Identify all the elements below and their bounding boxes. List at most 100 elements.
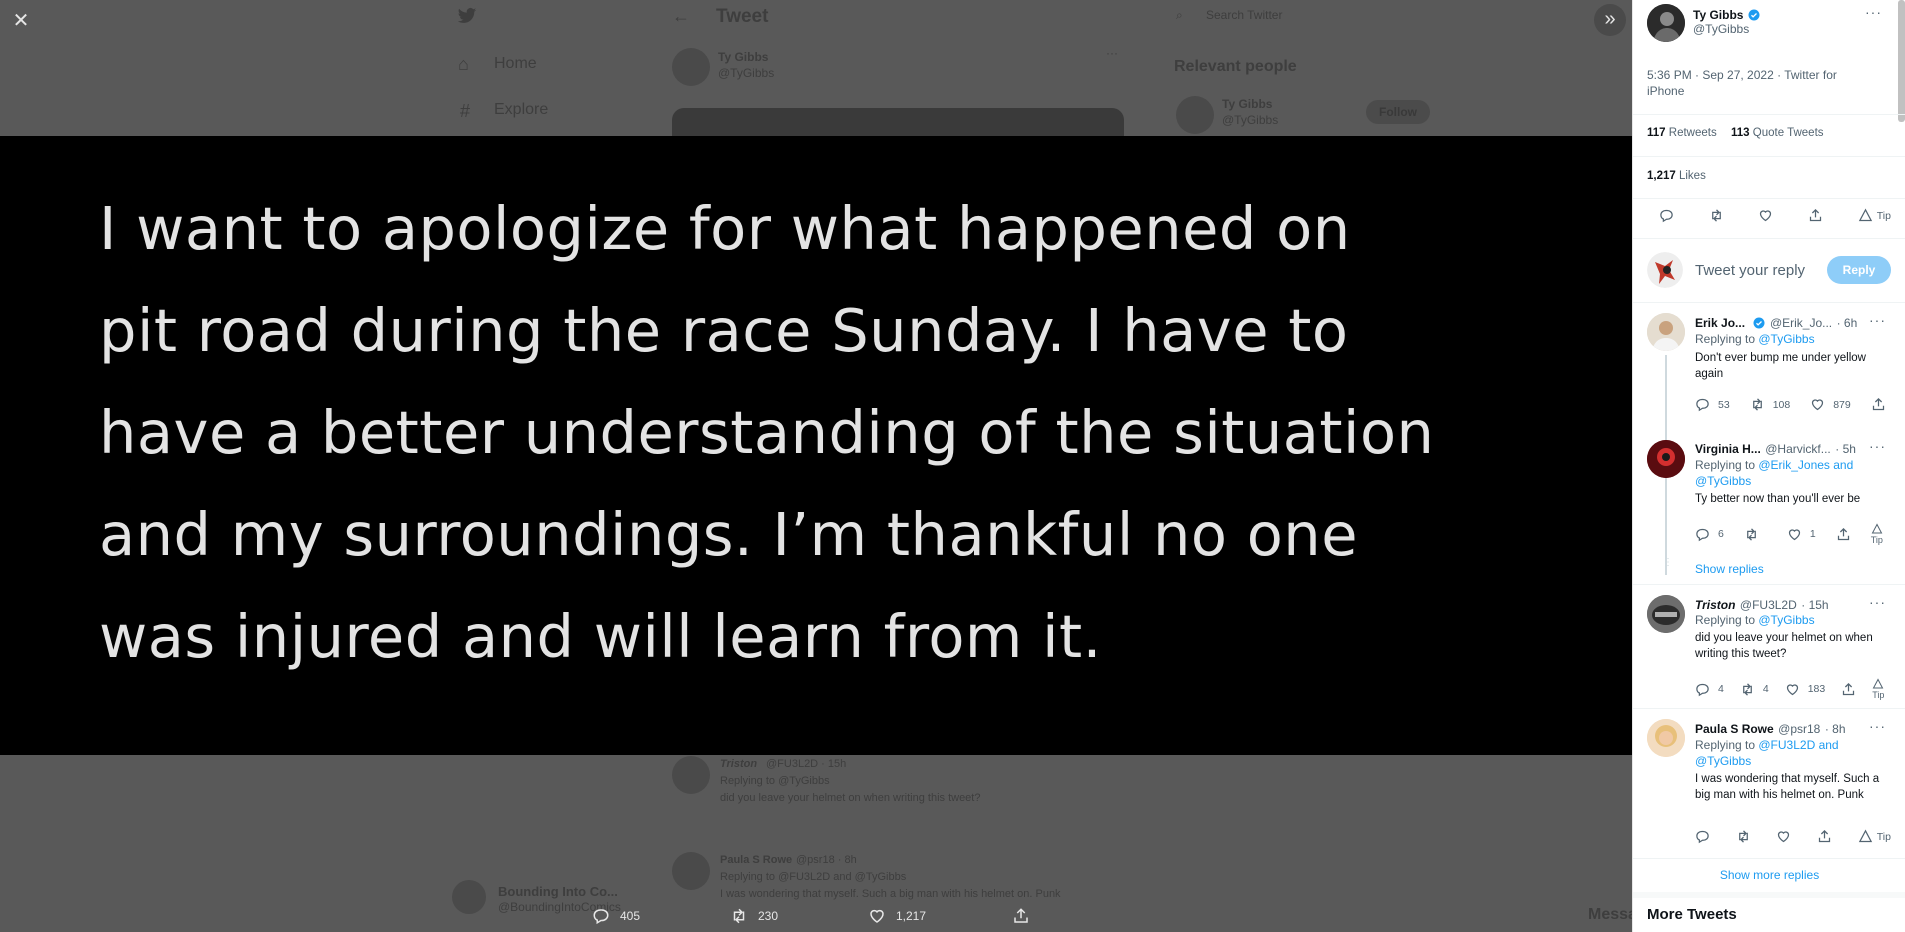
divider <box>1633 156 1905 157</box>
bg-reply-text: I was wondering that myself. Such a big … <box>720 888 1061 900</box>
media-share-action[interactable] <box>1012 905 1030 927</box>
tip-icon <box>1872 678 1884 689</box>
messages-label[interactable]: Messages <box>1588 906 1632 924</box>
retweet-icon <box>1742 682 1752 696</box>
avatar[interactable] <box>1647 595 1685 633</box>
quotes-count: 113 <box>1731 127 1750 139</box>
avatar <box>672 756 710 794</box>
tip-button[interactable]: Tip <box>1858 829 1891 844</box>
like-button[interactable] <box>1776 829 1791 844</box>
scrollbar[interactable] <box>1898 0 1905 122</box>
reply-time[interactable]: · 15h <box>1801 598 1828 612</box>
reply-time[interactable]: · 8h <box>1825 722 1846 736</box>
more-tweets-title: More Tweets <box>1647 906 1737 923</box>
retweet-button[interactable] <box>1744 527 1767 542</box>
avatar[interactable] <box>1647 313 1685 351</box>
replying-to-link[interactable]: @TyGibbs <box>1758 332 1814 346</box>
author-handle[interactable]: @TyGibbs <box>1693 22 1749 36</box>
like-button[interactable] <box>1758 208 1773 223</box>
bg-reply-handle: @psr18 · 8h <box>796 854 857 866</box>
replying-prefix: Replying to <box>1695 613 1759 627</box>
media-retweet-action[interactable]: 230 <box>730 905 778 927</box>
reply-button[interactable] <box>1659 208 1674 223</box>
reply-button[interactable] <box>1695 829 1710 844</box>
retweet-button[interactable]: 4 <box>1740 682 1769 697</box>
heart-icon <box>1778 831 1790 843</box>
follow-button[interactable]: Follow <box>1366 100 1430 124</box>
retweets-stat[interactable]: 117 Retweets <box>1647 127 1717 139</box>
back-arrow-icon[interactable]: ← <box>672 6 692 26</box>
avatar <box>672 852 710 890</box>
share-button[interactable] <box>1841 682 1856 697</box>
reply-name[interactable]: Erik Jo... <box>1695 316 1745 330</box>
reply-button[interactable]: 53 <box>1695 397 1730 412</box>
account-name[interactable]: Bounding Into Co... <box>498 884 618 899</box>
tip-button[interactable]: Tip <box>1871 523 1883 545</box>
more-options-icon[interactable]: ··· <box>1869 438 1886 454</box>
like-count: 1 <box>1809 528 1816 540</box>
retweet-icon <box>1746 527 1756 541</box>
nav-home[interactable]: Home <box>494 55 537 73</box>
show-more-replies-link[interactable]: Show more replies <box>1633 868 1905 882</box>
home-icon: ⌂ <box>458 54 469 74</box>
author-handle: @TyGibbs <box>718 66 775 80</box>
close-button[interactable]: ✕ <box>6 6 36 36</box>
reply-icon <box>1696 830 1709 844</box>
share-button[interactable] <box>1808 208 1823 223</box>
retweets-label: Retweets <box>1668 127 1717 139</box>
media-like-action[interactable]: 1,217 <box>868 905 926 927</box>
media-reply-action[interactable]: 405 <box>592 905 640 927</box>
reply-time[interactable]: · 5h <box>1835 442 1856 456</box>
toggle-panel-button[interactable]: » <box>1594 4 1626 36</box>
retweet-button[interactable] <box>1736 829 1751 844</box>
like-count: 879 <box>1833 398 1851 411</box>
share-icon <box>1818 829 1831 843</box>
compose-input[interactable]: Tweet your reply <box>1695 262 1805 279</box>
like-button[interactable]: 879 <box>1810 397 1851 412</box>
reply-time[interactable]: · 6h <box>1837 316 1858 330</box>
replying-to-link[interactable]: @TyGibbs <box>1758 613 1814 627</box>
tip-button[interactable]: Tip <box>1872 678 1884 700</box>
more-options-icon[interactable]: ··· <box>1865 4 1882 20</box>
reply-name[interactable]: Paula S Rowe <box>1695 722 1774 736</box>
image-text-line: pit road during the race Sunday. I have … <box>99 296 1349 365</box>
quote-tweets-stat[interactable]: 113 Quote Tweets <box>1731 127 1824 139</box>
more-options-icon[interactable]: ··· <box>1869 718 1886 734</box>
avatar[interactable] <box>1647 719 1685 757</box>
reply-header: Erik Jo... @Erik_Jo... · 6h <box>1695 314 1857 332</box>
more-options-icon[interactable]: ··· <box>1869 594 1886 610</box>
reply-text: did you leave your helmet on when writin… <box>1695 632 1873 660</box>
timestamp[interactable]: 5:36 PM · Sep 27, 2022 · Twitter for <box>1647 68 1837 82</box>
show-replies-link[interactable]: Show replies <box>1695 562 1764 576</box>
share-button[interactable] <box>1836 527 1851 542</box>
likes-stat[interactable]: 1,217 Likes <box>1647 170 1706 182</box>
reply-handle: @FU3L2D <box>1739 598 1797 612</box>
retweet-count: 4 <box>1762 683 1769 695</box>
reply-button[interactable]: 4 <box>1695 682 1724 697</box>
reply-name[interactable]: Triston <box>1695 598 1735 612</box>
avatar[interactable] <box>1647 4 1685 42</box>
tip-button[interactable]: Tip <box>1858 208 1891 223</box>
heart-icon <box>1786 683 1798 695</box>
reply-icon <box>1696 683 1709 696</box>
share-button[interactable] <box>1871 397 1886 412</box>
share-button[interactable] <box>1817 829 1832 844</box>
search-input[interactable]: Search Twitter <box>1206 8 1282 22</box>
avatar[interactable] <box>1647 440 1685 478</box>
reply-handle: @Erik_Jo... <box>1769 316 1833 330</box>
heart-icon <box>1788 528 1800 540</box>
divider <box>1633 114 1905 115</box>
retweet-button[interactable] <box>1709 208 1724 223</box>
reply-button[interactable]: 6 <box>1695 527 1724 542</box>
like-button[interactable]: 1 <box>1787 527 1816 542</box>
more-options-icon[interactable]: ··· <box>1869 312 1886 328</box>
reply-submit-button[interactable]: Reply <box>1827 256 1891 284</box>
retweet-button[interactable]: 108 <box>1750 397 1790 412</box>
nav-explore[interactable]: Explore <box>494 101 548 119</box>
likes-label: Likes <box>1678 170 1706 182</box>
more-options-icon[interactable]: ··· <box>1106 46 1118 60</box>
like-button[interactable]: 183 <box>1785 682 1825 697</box>
reply-name[interactable]: Virginia H... <box>1695 442 1761 456</box>
reply-header: Virginia H... @Harvickf... · 5h <box>1695 440 1856 458</box>
replying-to: Replying to @FU3L2D and @TyGibbs <box>1695 737 1845 769</box>
